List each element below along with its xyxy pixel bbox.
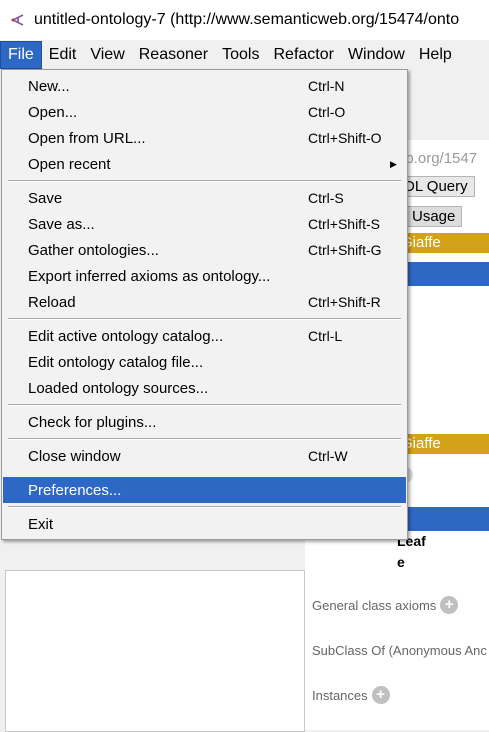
menu-item-save[interactable]: Save Ctrl-S [3, 185, 406, 211]
left-panel [5, 570, 305, 732]
class-header: Giaffe [397, 233, 489, 253]
menu-help[interactable]: Help [412, 41, 459, 69]
menu-item-shortcut: Ctrl-L [308, 328, 343, 344]
menu-item-exit[interactable]: Exit [3, 511, 406, 537]
menu-item-export-inferred-axioms[interactable]: Export inferred axioms as ontology... [3, 263, 406, 289]
menu-view[interactable]: View [83, 41, 131, 69]
menu-item-label: Export inferred axioms as ontology... [28, 267, 271, 285]
menu-window[interactable]: Window [341, 41, 412, 69]
menu-item-new[interactable]: New... Ctrl-N [3, 73, 406, 99]
menu-item-close-window[interactable]: Close window Ctrl-W [3, 443, 406, 469]
menu-file[interactable]: File [0, 41, 42, 69]
menu-item-label: Open... [28, 103, 78, 121]
submenu-arrow-icon: ▶ [390, 158, 397, 169]
menu-separator [8, 180, 401, 182]
menu-item-label: Open from URL... [28, 129, 146, 147]
menu-item-open-recent[interactable]: Open recent ▶ [3, 151, 406, 177]
menu-item-open[interactable]: Open... Ctrl-O [3, 99, 406, 125]
window-title: untitled-ontology-7 (http://www.semantic… [34, 11, 460, 28]
menu-item-label: Edit ontology catalog file... [28, 353, 204, 371]
menu-item-save-as[interactable]: Save as... Ctrl+Shift-S [3, 211, 406, 237]
selected-row[interactable] [397, 262, 489, 286]
file-menu-dropdown: New... Ctrl-N Open... Ctrl-O Open from U… [1, 69, 408, 540]
menu-item-open-from-url[interactable]: Open from URL... Ctrl+Shift-O [3, 125, 406, 151]
menu-item-label: Reload [28, 293, 76, 311]
menu-item-shortcut: Ctrl-S [308, 190, 344, 206]
menu-item-shortcut: Ctrl+Shift-S [308, 216, 380, 232]
tab-usage[interactable]: Usage [405, 206, 463, 227]
menu-separator [8, 506, 401, 508]
menu-reasoner[interactable]: Reasoner [132, 41, 215, 69]
menu-item-label: Edit active ontology catalog... [28, 327, 224, 345]
menu-item-shortcut: Ctrl+Shift-O [308, 130, 382, 146]
menu-refactor[interactable]: Refactor [266, 41, 340, 69]
add-instance-icon[interactable]: + [371, 686, 390, 704]
menu-item-label: New... [28, 77, 70, 95]
menu-bar: File Edit View Reasoner Tools Refactor W… [0, 40, 489, 70]
menu-item-shortcut: Ctrl-W [308, 448, 348, 464]
menu-item-label: Close window [28, 447, 121, 465]
axiom-text: e [397, 554, 405, 570]
selected-axiom-row[interactable] [397, 507, 489, 531]
menu-item-label: Save as... [28, 215, 95, 233]
menu-item-gather-ontologies[interactable]: Gather ontologies... Ctrl+Shift-G [3, 237, 406, 263]
section-general-label: General class axioms [312, 597, 437, 613]
menu-item-label: Exit [28, 515, 54, 533]
add-general-axiom-icon[interactable]: + [440, 596, 459, 614]
title-bar: untitled-ontology-7 (http://www.semantic… [0, 0, 489, 40]
section-subclass-label: SubClass Of (Anonymous Anc [312, 643, 487, 658]
menu-item-shortcut: Ctrl-O [308, 104, 346, 120]
section-general-class-axioms: General class axioms + [312, 596, 459, 614]
section-instances-label: Instances [312, 687, 368, 703]
menu-item-reload[interactable]: Reload Ctrl+Shift-R [3, 289, 406, 315]
menu-item-label: Save [28, 189, 63, 207]
menu-separator [8, 438, 401, 440]
menu-item-edit-catalog-file[interactable]: Edit ontology catalog file... [3, 349, 406, 375]
section-subclass-of-anonymous: SubClass Of (Anonymous Anc [312, 643, 487, 658]
menu-item-label: Loaded ontology sources... [28, 379, 209, 397]
menu-item-shortcut: Ctrl+Shift-G [308, 242, 382, 258]
menu-separator [8, 404, 401, 406]
menu-item-loaded-sources[interactable]: Loaded ontology sources... [3, 375, 406, 401]
menu-item-check-plugins[interactable]: Check for plugins... [3, 409, 406, 435]
tab-dl-query[interactable]: DL Query [397, 176, 475, 197]
protege-app-icon [10, 14, 24, 26]
menu-item-label: Open recent [28, 155, 111, 173]
menu-item-shortcut: Ctrl+Shift-R [308, 294, 381, 310]
menu-tools[interactable]: Tools [215, 41, 266, 69]
menu-item-preferences[interactable]: Preferences... [3, 477, 406, 503]
section-instances: Instances + [312, 686, 390, 704]
description-header: Giaffe [397, 434, 489, 454]
menu-item-label: Preferences... [28, 481, 122, 499]
menu-edit[interactable]: Edit [42, 41, 84, 69]
menu-item-label: Check for plugins... [28, 413, 157, 431]
menu-item-shortcut: Ctrl-N [308, 78, 345, 94]
ontology-url-fragment: eb.org/1547 [397, 150, 478, 167]
menu-item-label: Gather ontologies... [28, 241, 159, 259]
menu-separator [8, 318, 401, 320]
menu-item-edit-active-catalog[interactable]: Edit active ontology catalog... Ctrl-L [3, 323, 406, 349]
